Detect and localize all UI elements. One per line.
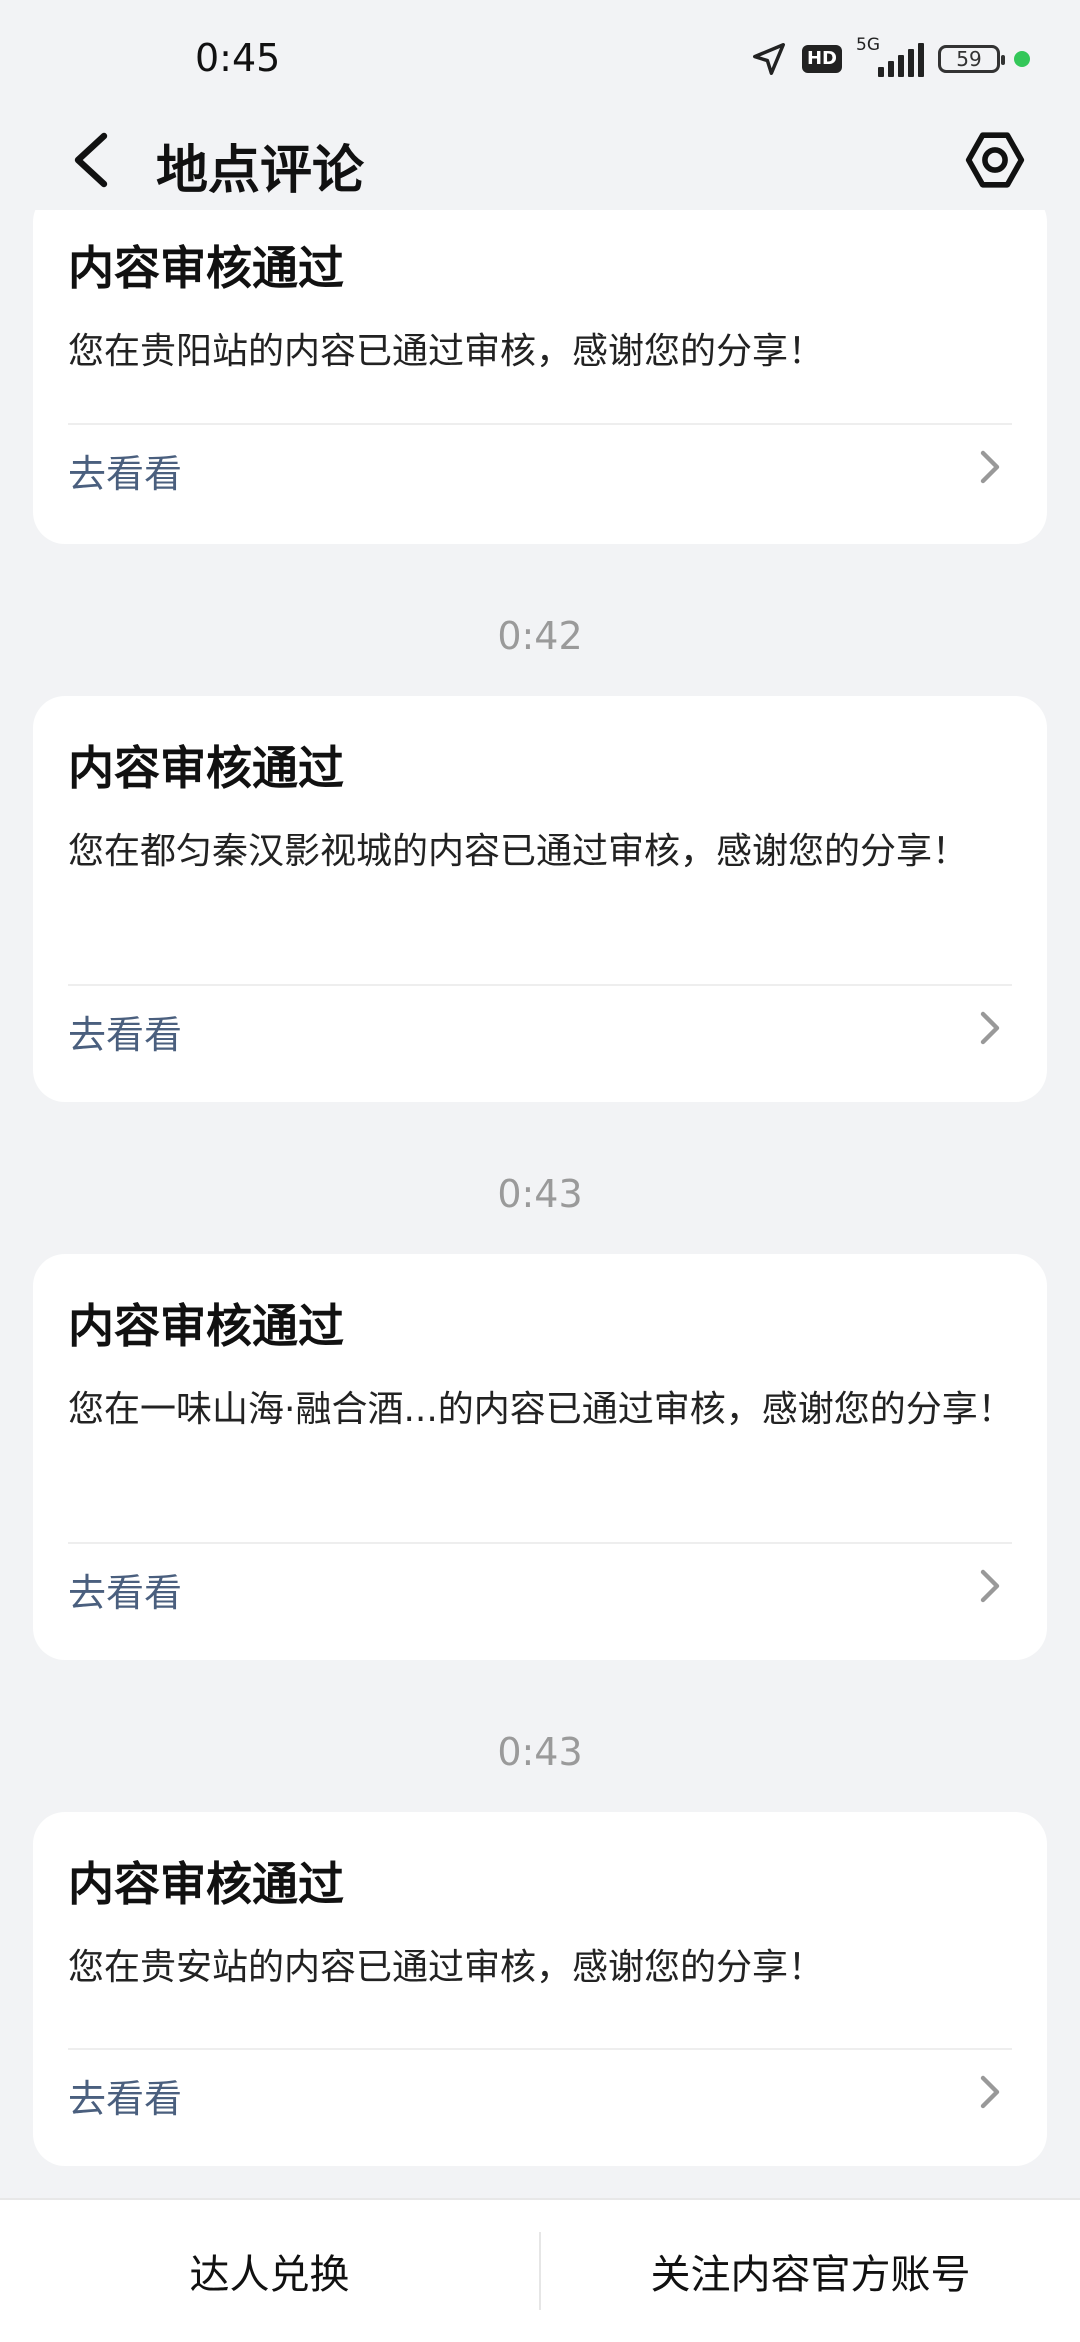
battery-level: 59	[956, 47, 982, 71]
card-divider	[68, 423, 1012, 425]
message-title: 内容审核通过	[68, 1299, 344, 1353]
message-feed[interactable]: 内容审核通过 您在贵阳站的内容已通过审核，感谢您的分享！ 去看看 0:42 内容…	[0, 210, 1080, 2200]
battery-icon: 59	[938, 45, 1005, 73]
message-body: 您在一味山海·融合酒...的内容已通过审核，感谢您的分享！	[68, 1389, 1014, 1430]
chevron-right-icon	[980, 1569, 1000, 1603]
view-link[interactable]: 去看看	[68, 2068, 182, 2123]
message-title: 内容审核通过	[68, 241, 344, 295]
message-card: 内容审核通过 您在贵安站的内容已通过审核，感谢您的分享！ 去看看	[33, 1812, 1047, 2166]
status-time: 0:45	[195, 36, 281, 80]
privacy-indicator-dot	[1014, 51, 1030, 67]
message-title: 内容审核通过	[68, 741, 344, 795]
card-divider	[68, 1542, 1012, 1544]
chevron-right-icon	[980, 2075, 1000, 2109]
card-divider	[68, 984, 1012, 986]
message-card: 内容审核通过 您在都匀秦汉影视城的内容已通过审核，感谢您的分享！ 去看看	[33, 696, 1047, 1102]
message-time: 0:43	[497, 1172, 583, 1216]
message-title: 内容审核通过	[68, 1857, 344, 1911]
view-link[interactable]: 去看看	[68, 443, 182, 498]
settings-button[interactable]	[960, 125, 1030, 195]
view-link[interactable]: 去看看	[68, 1562, 182, 1617]
card-divider	[68, 2048, 1012, 2050]
signal-icon: 5G	[856, 35, 924, 77]
message-body: 您在贵阳站的内容已通过审核，感谢您的分享！	[68, 331, 825, 372]
view-link[interactable]: 去看看	[68, 1004, 182, 1059]
message-card: 内容审核通过 您在一味山海·融合酒...的内容已通过审核，感谢您的分享！ 去看看	[33, 1254, 1047, 1660]
back-arrow-icon	[74, 132, 108, 188]
bottom-bar: 达人兑换 关注内容官方账号	[0, 2198, 1080, 2342]
status-bar: 0:45 HD 5G 59	[0, 0, 1080, 120]
hd-badge: HD	[801, 45, 842, 73]
message-card: 内容审核通过 您在贵阳站的内容已通过审核，感谢您的分享！ 去看看	[33, 210, 1047, 544]
follow-official-account-button[interactable]: 关注内容官方账号	[541, 2200, 1080, 2342]
back-button[interactable]	[55, 125, 125, 195]
message-body: 您在贵安站的内容已通过审核，感谢您的分享！	[68, 1947, 825, 1988]
chevron-right-icon	[980, 450, 1000, 484]
message-time: 0:42	[497, 614, 583, 658]
message-body: 您在都匀秦汉影视城的内容已通过审核，感谢您的分享！	[68, 831, 969, 872]
message-time: 0:43	[497, 1730, 583, 1774]
expert-exchange-button[interactable]: 达人兑换	[0, 2200, 539, 2342]
page-title: 地点评论	[156, 141, 365, 201]
status-icons: HD 5G 59	[750, 35, 1030, 78]
header: 地点评论	[0, 110, 1080, 210]
location-arrow-icon	[752, 43, 785, 75]
hexagon-settings-icon	[965, 132, 1025, 188]
chevron-right-icon	[980, 1011, 1000, 1045]
network-type-label: 5G	[856, 35, 880, 55]
